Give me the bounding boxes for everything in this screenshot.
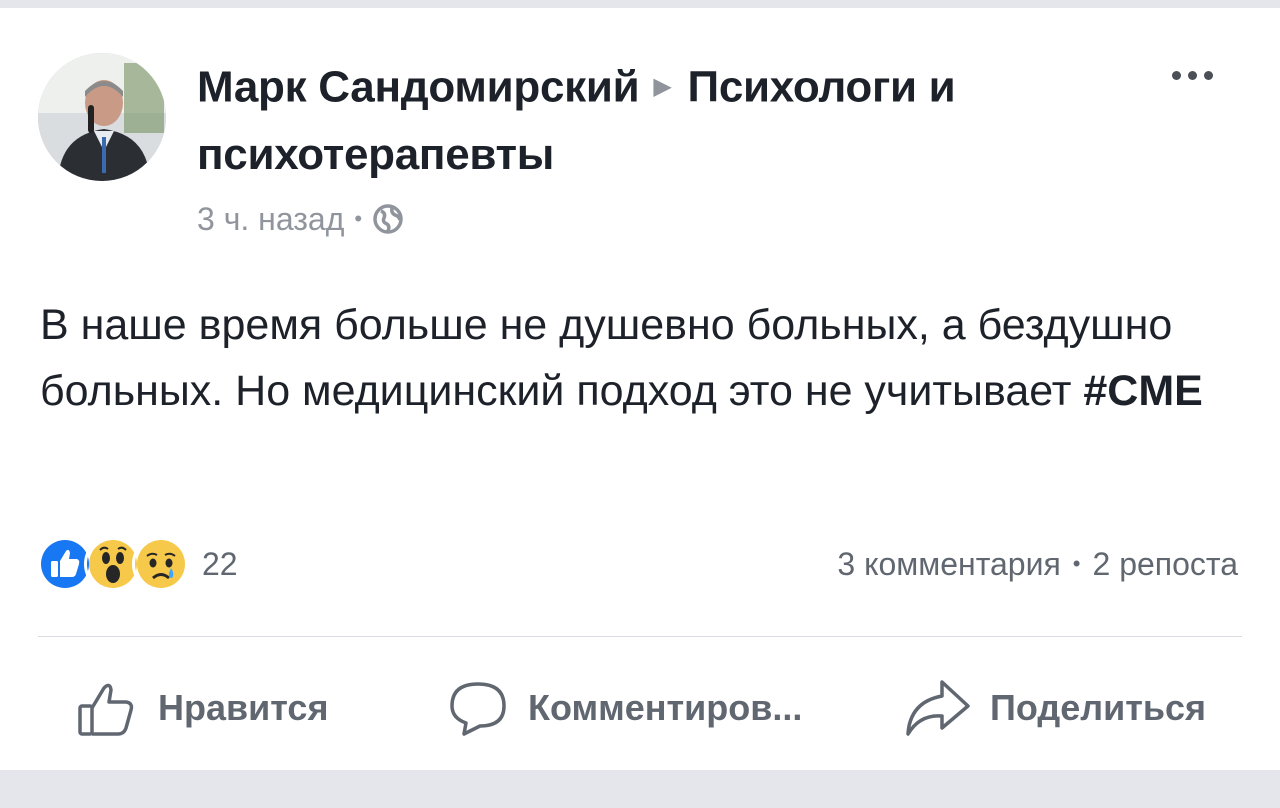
- share-button[interactable]: Поделиться: [902, 676, 1206, 740]
- post-meta: 3 ч. назад •: [197, 196, 404, 242]
- dot-icon: [1171, 70, 1181, 80]
- hashtag-link[interactable]: #CME: [1083, 367, 1202, 415]
- post-header: Марк Сандомирский ▶ Психологи и психотерап…: [197, 56, 1127, 186]
- dot-icon: [1203, 70, 1213, 80]
- separator-dot: •: [354, 206, 363, 231]
- like-label: Нравится: [158, 687, 329, 728]
- post-card: Марк Сандомирский ▶ Психологи и психотерап…: [0, 8, 1280, 770]
- comment-bubble-icon: [450, 682, 506, 736]
- post-text: В наше время больше не душевно больных, …: [40, 292, 1240, 424]
- more-options-button[interactable]: [1164, 60, 1220, 90]
- bottom-strip: [0, 770, 1280, 808]
- comment-button[interactable]: Комментиров...: [446, 676, 802, 740]
- group-name-line1[interactable]: Психологи и: [688, 63, 956, 112]
- share-arrow-icon: [906, 680, 970, 736]
- reactions-summary[interactable]: 22: [36, 535, 238, 593]
- post-text-body: В наше время больше не душевно больных, …: [40, 301, 1173, 415]
- separator-dot: •: [1072, 551, 1081, 576]
- author-name[interactable]: Марк Сандомирский: [197, 63, 640, 112]
- triangle-right-icon: ▶: [653, 73, 672, 100]
- action-bar: Нравится Комментиров... Поделиться: [0, 658, 1280, 758]
- divider: [38, 636, 1242, 637]
- sad-icon: [132, 535, 190, 593]
- reaction-count: 22: [202, 545, 238, 582]
- post-stats: 3 комментария • 2 репоста: [837, 536, 1238, 592]
- top-strip: [0, 0, 1280, 8]
- dot-icon: [1187, 70, 1197, 80]
- like-button[interactable]: Нравится: [76, 676, 328, 740]
- globe-icon: [373, 204, 403, 234]
- share-label: Поделиться: [990, 687, 1207, 728]
- avatar-photo: [38, 53, 166, 181]
- shares-count[interactable]: 2 репоста: [1093, 546, 1239, 583]
- post-time[interactable]: 3 ч. назад: [197, 201, 344, 238]
- author-avatar[interactable]: [38, 53, 166, 181]
- group-name-line2[interactable]: психотерапевты: [197, 130, 554, 179]
- thumbs-up-icon: [78, 683, 134, 736]
- comment-label: Комментиров...: [528, 687, 803, 728]
- comments-count[interactable]: 3 комментария: [837, 546, 1060, 583]
